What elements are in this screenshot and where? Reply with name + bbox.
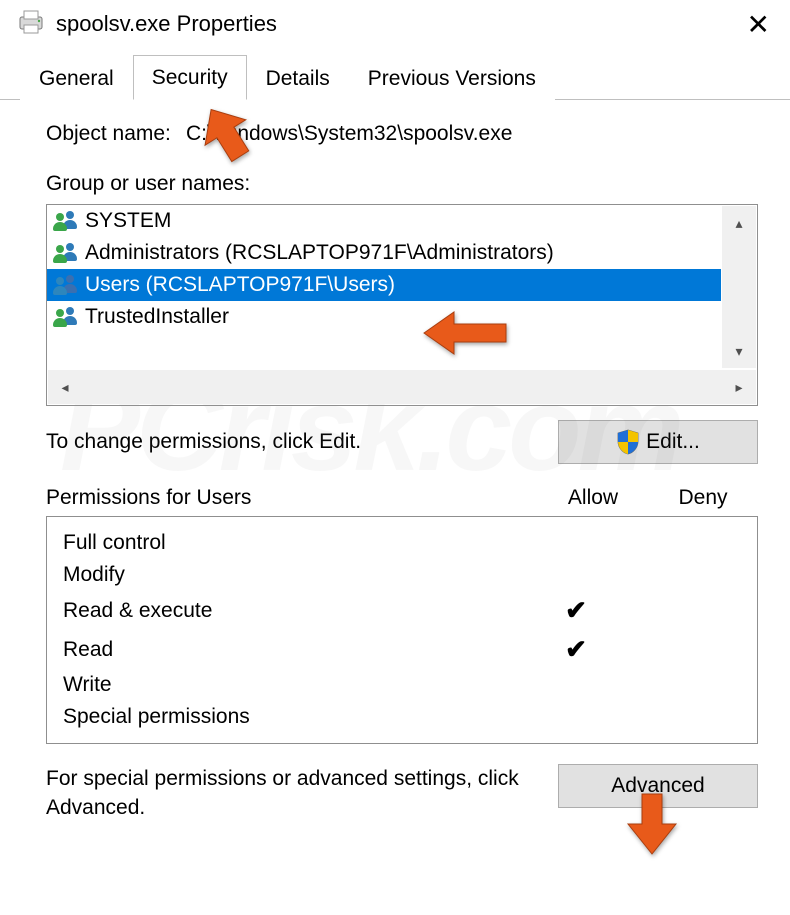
permission-name: Special permissions <box>63 705 521 729</box>
permission-name: Modify <box>63 563 521 587</box>
scroll-down-icon[interactable]: ▾ <box>722 334 756 368</box>
table-row: Read ✔ <box>63 630 741 669</box>
allow-cell: ✔ <box>521 634 631 665</box>
permission-name: Write <box>63 673 521 697</box>
list-item[interactable]: TrustedInstaller <box>47 301 721 333</box>
tab-previous-versions[interactable]: Previous Versions <box>349 56 555 100</box>
titlebar: spoolsv.exe Properties ✕ <box>0 0 790 52</box>
table-row: Write <box>63 669 741 701</box>
permissions-table: Full control Modify Read & execute ✔ Rea… <box>46 516 758 744</box>
users-icon <box>53 307 79 327</box>
scroll-left-icon[interactable]: ◂ <box>48 370 82 404</box>
printer-icon <box>16 9 46 40</box>
tab-security[interactable]: Security <box>133 55 247 100</box>
scroll-right-icon[interactable]: ▸ <box>722 370 756 404</box>
list-item-label: TrustedInstaller <box>85 305 229 329</box>
table-row: Modify <box>63 559 741 591</box>
change-permissions-text: To change permissions, click Edit. <box>46 430 361 454</box>
tab-details[interactable]: Details <box>247 56 349 100</box>
permission-name: Read <box>63 638 521 662</box>
tab-general[interactable]: General <box>20 56 133 100</box>
list-item-label: Users (RCSLAPTOP971F\Users) <box>85 273 395 297</box>
users-icon <box>53 211 79 231</box>
table-row: Read & execute ✔ <box>63 591 741 630</box>
advanced-button[interactable]: Advanced <box>558 764 758 808</box>
edit-button-label: Edit... <box>646 430 700 454</box>
advanced-button-label: Advanced <box>611 774 704 798</box>
list-item[interactable]: Users (RCSLAPTOP971F\Users) <box>47 269 721 301</box>
permissions-header: Permissions for Users Allow Deny <box>46 486 758 510</box>
permissions-title: Permissions for Users <box>46 486 538 510</box>
uac-shield-icon <box>616 429 640 455</box>
table-row: Full control <box>63 527 741 559</box>
tab-bar: General Security Details Previous Versio… <box>0 52 790 100</box>
permission-name: Full control <box>63 531 521 555</box>
list-item[interactable]: SYSTEM <box>47 205 721 237</box>
tab-content: Object name: C:\Windows\System32\spoolsv… <box>0 100 790 823</box>
list-item-label: SYSTEM <box>85 209 171 233</box>
group-user-listbox[interactable]: SYSTEM Administrators (RCSLAPTOP971F\Adm… <box>46 204 758 406</box>
users-icon <box>53 275 79 295</box>
list-item[interactable]: Administrators (RCSLAPTOP971F\Administra… <box>47 237 721 269</box>
allow-column-header: Allow <box>538 486 648 510</box>
table-row: Special permissions <box>63 701 741 733</box>
group-user-label: Group or user names: <box>46 172 758 196</box>
object-name-row: Object name: C:\Windows\System32\spoolsv… <box>46 122 758 146</box>
object-name-value: C:\Windows\System32\spoolsv.exe <box>186 122 512 146</box>
list-item-label: Administrators (RCSLAPTOP971F\Administra… <box>85 241 554 265</box>
users-icon <box>53 243 79 263</box>
deny-column-header: Deny <box>648 486 758 510</box>
close-icon[interactable]: ✕ <box>743 8 774 41</box>
permission-name: Read & execute <box>63 599 521 623</box>
edit-button[interactable]: Edit... <box>558 420 758 464</box>
scroll-up-icon[interactable]: ▴ <box>722 206 756 240</box>
advanced-text: For special permissions or advanced sett… <box>46 764 526 823</box>
window-title: spoolsv.exe Properties <box>56 11 743 37</box>
horizontal-scrollbar[interactable]: ◂ ▸ <box>48 370 756 404</box>
vertical-scrollbar[interactable]: ▴ ▾ <box>722 206 756 368</box>
object-name-label: Object name: <box>46 122 186 146</box>
allow-cell: ✔ <box>521 595 631 626</box>
